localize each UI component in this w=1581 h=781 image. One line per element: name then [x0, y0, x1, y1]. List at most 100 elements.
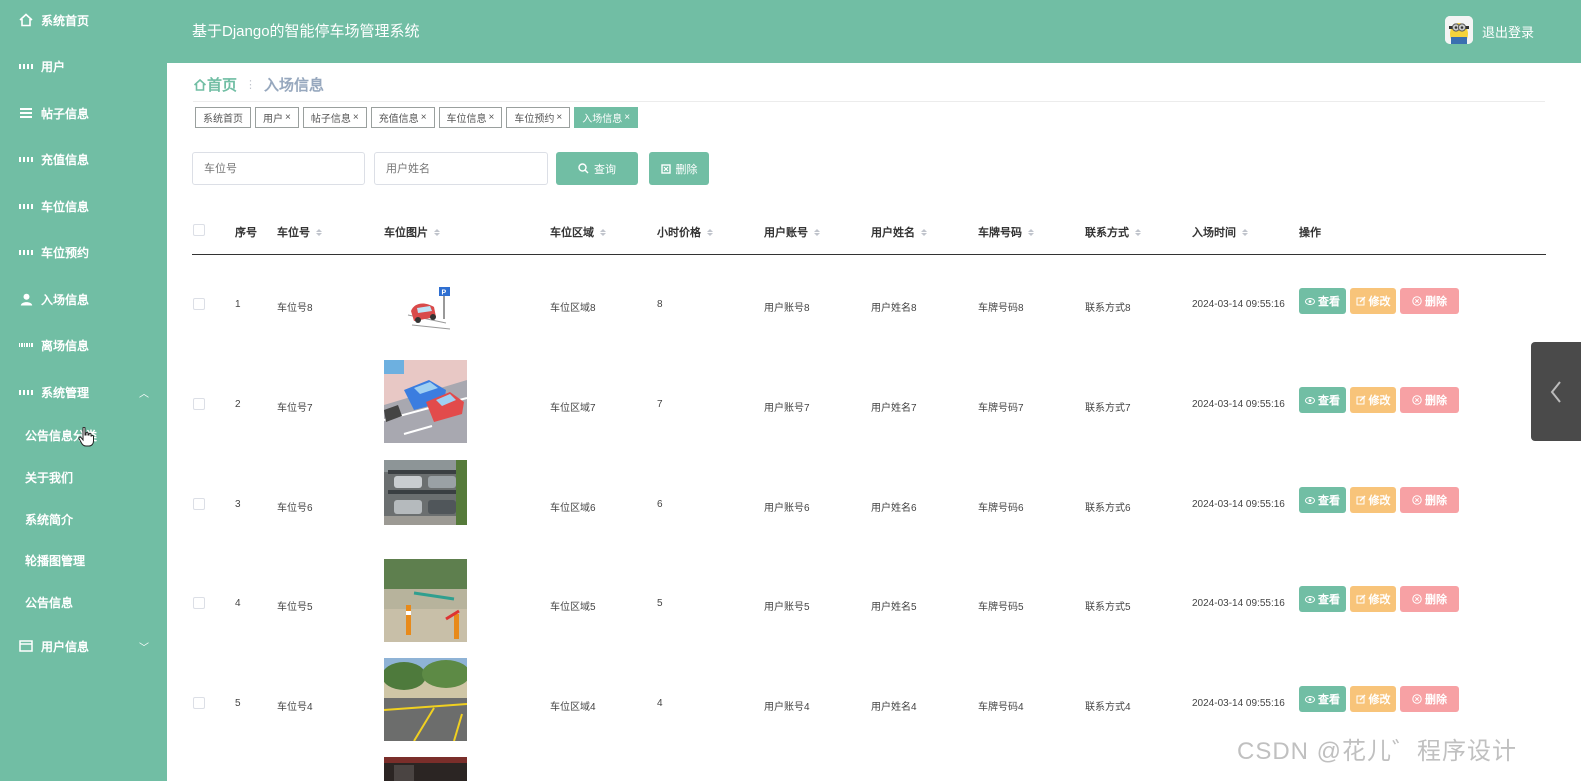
cell-area: 车位区域8 — [550, 303, 596, 314]
cell-plate: 车牌号码7 — [978, 403, 1024, 414]
column-header-account[interactable]: 用户账号 — [764, 224, 820, 240]
tag-label: 系统首页 — [203, 114, 243, 125]
sidebar-item-parking-spots[interactable]: 车位信息 — [0, 186, 167, 226]
tag-entry[interactable]: 入场信息 × — [574, 107, 639, 128]
cell-name: 用户姓名6 — [871, 503, 917, 514]
cell-price: 6 — [657, 499, 663, 510]
tag-label: 车位信息 — [446, 114, 487, 125]
view-button[interactable]: 查看 — [1299, 487, 1346, 513]
row-checkbox[interactable] — [193, 298, 205, 310]
row-checkbox[interactable] — [193, 597, 205, 609]
row-checkbox[interactable] — [193, 398, 205, 410]
edit-button[interactable]: 修改 — [1350, 288, 1396, 314]
close-circle-icon — [1412, 594, 1422, 604]
tag-users[interactable]: 用户 × — [255, 107, 299, 128]
row-checkbox[interactable] — [193, 697, 205, 709]
tag-posts[interactable]: 帖子信息 × — [302, 107, 367, 128]
sidebar-item-home[interactable]: 系统首页 — [0, 0, 167, 40]
logout-link[interactable]: 退出登录 — [1482, 22, 1534, 41]
avatar[interactable] — [1445, 16, 1473, 44]
sort-icon[interactable] — [1242, 228, 1248, 236]
cell-name: 用户姓名8 — [871, 303, 917, 314]
tag-recharge[interactable]: 充值信息 × — [370, 107, 435, 128]
sort-icon[interactable] — [814, 228, 820, 236]
sort-icon[interactable] — [921, 228, 927, 236]
cell-spot: 车位号4 — [277, 702, 313, 713]
edit-button[interactable]: 修改 — [1350, 586, 1396, 612]
query-button[interactable]: 查询 — [556, 152, 638, 185]
column-header-spot[interactable]: 车位号 — [277, 224, 322, 240]
close-circle-icon — [1412, 296, 1422, 306]
sidebar-item-recharge[interactable]: 充值信息 — [0, 139, 167, 179]
sort-icon[interactable] — [1135, 228, 1141, 236]
cell-contact: 联系方式5 — [1085, 602, 1131, 613]
tag-reservations[interactable]: 车位预约 × — [506, 107, 571, 128]
batch-delete-button[interactable]: 删除 — [649, 152, 709, 185]
delete-icon — [660, 163, 671, 174]
delete-button[interactable]: 删除 — [1400, 487, 1459, 513]
column-header-contact[interactable]: 联系方式 — [1085, 224, 1141, 240]
view-button[interactable]: 查看 — [1299, 686, 1346, 712]
close-icon[interactable]: × — [421, 112, 427, 123]
view-label: 查看 — [1318, 495, 1340, 507]
sidebar-item-label: 系统首页 — [41, 13, 90, 28]
sidebar-item-users[interactable]: 用户 — [0, 46, 167, 86]
column-header-plate[interactable]: 车牌号码 — [978, 224, 1034, 240]
cell-name: 用户姓名4 — [871, 702, 917, 713]
delete-label: 删除 — [1425, 296, 1447, 308]
cell-plate: 车牌号码6 — [978, 503, 1024, 514]
cell-contact: 联系方式6 — [1085, 503, 1131, 514]
cell-no: 5 — [235, 698, 241, 709]
view-button[interactable]: 查看 — [1299, 387, 1346, 413]
close-icon[interactable]: × — [624, 112, 630, 123]
cell-account: 用户账号8 — [764, 303, 810, 314]
sort-icon[interactable] — [600, 228, 606, 236]
edit-button[interactable]: 修改 — [1350, 487, 1396, 513]
close-icon[interactable]: × — [353, 112, 359, 123]
view-label: 查看 — [1318, 296, 1340, 308]
sort-icon[interactable] — [434, 228, 440, 236]
column-header-time[interactable]: 入场时间 — [1192, 224, 1248, 240]
tag-parking-spots[interactable]: 车位信息 × — [438, 107, 503, 128]
column-header-image[interactable]: 车位图片 — [384, 224, 440, 240]
edit-label: 修改 — [1368, 495, 1391, 507]
tag-label: 入场信息 — [582, 114, 623, 125]
row-checkbox[interactable] — [193, 498, 205, 510]
cell-spot: 车位号6 — [277, 503, 313, 514]
cell-area: 车位区域5 — [550, 602, 596, 613]
spot-image — [384, 757, 467, 781]
cell-time: 2024-03-14 09:55:16 — [1192, 499, 1285, 510]
sidebar-item-posts[interactable]: 帖子信息 — [0, 93, 167, 133]
delete-button[interactable]: 删除 — [1400, 686, 1459, 712]
sort-icon[interactable] — [316, 228, 322, 236]
sort-icon[interactable] — [1028, 228, 1034, 236]
sort-icon[interactable] — [707, 228, 713, 236]
tag-home[interactable]: 系统首页 — [195, 107, 251, 128]
view-button[interactable]: 查看 — [1299, 586, 1346, 612]
column-header-price[interactable]: 小时价格 — [657, 224, 713, 240]
column-header-name[interactable]: 用户姓名 — [871, 224, 927, 240]
view-button[interactable]: 查看 — [1299, 288, 1346, 314]
user-name-input[interactable] — [374, 152, 548, 185]
close-icon[interactable]: × — [556, 112, 562, 123]
edit-button[interactable]: 修改 — [1350, 686, 1396, 712]
select-all-checkbox[interactable] — [193, 224, 205, 236]
eye-icon — [1305, 496, 1315, 504]
cell-price: 4 — [657, 698, 663, 709]
cell-account: 用户账号4 — [764, 702, 810, 713]
breadcrumb-home[interactable]: 首页 — [193, 74, 237, 95]
side-drawer-toggle[interactable] — [1531, 342, 1581, 441]
spot-number-input[interactable] — [192, 152, 365, 185]
delete-button[interactable]: 删除 — [1400, 288, 1459, 314]
delete-button[interactable]: 删除 — [1400, 387, 1459, 413]
close-icon[interactable]: × — [489, 112, 495, 123]
spot-image — [384, 360, 467, 443]
column-header-area[interactable]: 车位区域 — [550, 224, 606, 240]
delete-button[interactable]: 删除 — [1400, 586, 1459, 612]
sidebar-item-label: 充值信息 — [41, 152, 90, 167]
breadcrumb-current: 入场信息 — [264, 77, 325, 94]
view-label: 查看 — [1318, 694, 1340, 706]
edit-button[interactable]: 修改 — [1350, 387, 1396, 413]
cell-plate: 车牌号码5 — [978, 602, 1024, 613]
close-icon[interactable]: × — [285, 112, 291, 123]
